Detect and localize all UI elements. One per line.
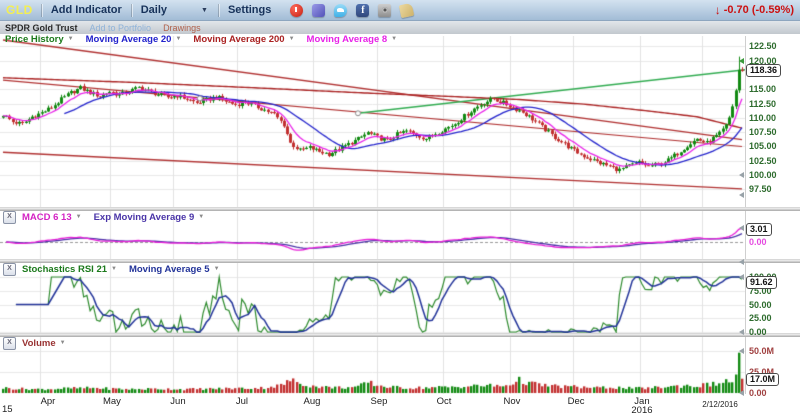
volume-panel-header: X Volume▼ xyxy=(3,337,78,349)
price-ytick-label: 110.00 xyxy=(749,113,776,123)
alarm-icon[interactable] xyxy=(290,4,303,17)
panel-divider[interactable] xyxy=(0,333,800,337)
macd-indicator-label[interactable]: Exp Moving Average 9▼ xyxy=(94,212,205,223)
macd-last-value-box: 3.01 xyxy=(746,223,772,236)
macd-axis-arrow-icon xyxy=(739,259,744,265)
chevron-down-icon: ▼ xyxy=(60,340,66,346)
note-icon[interactable] xyxy=(399,2,414,17)
month-label: May xyxy=(94,397,130,406)
volume-close-button[interactable]: X xyxy=(3,337,16,350)
camera-icon[interactable] xyxy=(378,4,391,17)
macd-ytick-label: 0.00 xyxy=(749,237,767,247)
stoch-ytick-label: 25.00 xyxy=(749,313,772,323)
month-label: Oct xyxy=(426,397,462,406)
year-start-label: 15 xyxy=(2,404,13,415)
twitter-icon[interactable] xyxy=(334,4,347,17)
price-ytick-label: 112.50 xyxy=(749,99,776,109)
chevron-down-icon: ▼ xyxy=(76,214,82,220)
price-ytick-label: 105.00 xyxy=(749,141,777,151)
price-indicator-label[interactable]: Price History▼ xyxy=(5,34,74,45)
volume-axis-arrow-icon xyxy=(739,348,744,354)
settings-button[interactable]: Settings xyxy=(219,4,280,16)
price-axis-arrow-icon xyxy=(739,58,744,64)
month-label: Jan2016 xyxy=(624,397,660,415)
macd-close-button[interactable]: X xyxy=(3,211,16,224)
price-ytick-label: 122.50 xyxy=(749,41,777,51)
quote-change: ↓ -0.70 (-0.59%) xyxy=(715,3,800,17)
price-panel-header: Price History▼ Moving Average 20▼ Moving A… xyxy=(5,33,409,45)
month-label: Nov xyxy=(494,397,530,406)
cube-icon[interactable] xyxy=(312,4,325,17)
macd-indicator-label[interactable]: MACD 6 13▼ xyxy=(22,212,82,223)
add-to-portfolio-link[interactable]: Add to Portfolio xyxy=(90,23,152,33)
chevron-down-icon[interactable]: ▼ xyxy=(201,7,208,14)
stoch-indicator-label[interactable]: Stochastics RSI 21▼ xyxy=(22,264,117,275)
price-indicator-label[interactable]: Moving Average 8▼ xyxy=(307,34,398,45)
stoch-ytick-label: 50.00 xyxy=(749,300,772,310)
add-indicator-button[interactable]: Add Indicator xyxy=(42,4,131,16)
stochastics-last-value-box: 91.62 xyxy=(746,276,777,289)
price-indicator-label[interactable]: Moving Average 20▼ xyxy=(86,34,182,45)
macd-panel-header: X MACD 6 13▼ Exp Moving Average 9▼ xyxy=(3,211,216,223)
price-axis-arrow-icon xyxy=(739,172,744,178)
month-label: Jul xyxy=(224,397,260,406)
down-arrow-icon: ↓ xyxy=(715,3,721,17)
stoch-indicator-label[interactable]: Moving Average 5▼ xyxy=(129,264,220,275)
month-label: Dec xyxy=(558,397,594,406)
volume-ytick-label: 0.00 xyxy=(749,388,767,398)
chevron-down-icon: ▼ xyxy=(391,36,397,42)
price-chart-canvas[interactable] xyxy=(0,36,745,207)
toolbar-icons: f xyxy=(290,4,413,17)
stochastics-panel-header: X Stochastics RSI 21▼ Moving Average 5▼ xyxy=(3,263,232,275)
volume-chart-canvas[interactable] xyxy=(0,336,745,394)
change-value: -0.70 (-0.59%) xyxy=(724,4,794,16)
month-label: Aug xyxy=(294,397,330,406)
month-label: Sep xyxy=(361,397,397,406)
volume-last-value-box: 17.0M xyxy=(746,373,779,386)
facebook-icon[interactable]: f xyxy=(356,4,369,17)
price-axis-arrow-icon xyxy=(739,192,744,198)
price-ytick-label: 107.50 xyxy=(749,127,777,137)
price-ytick-label: 100.00 xyxy=(749,170,777,180)
chevron-down-icon: ▼ xyxy=(111,266,117,272)
stoch-close-button[interactable]: X xyxy=(3,263,16,276)
toolbar: GLD Add Indicator Daily ▼ Settings f ↓ -… xyxy=(0,0,800,21)
price-ytick-label: 102.50 xyxy=(749,156,777,166)
macd-axis-arrow-icon xyxy=(739,225,744,231)
chevron-down-icon: ▼ xyxy=(175,36,181,42)
charting-app-window: GLD Add Indicator Daily ▼ Settings f ↓ -… xyxy=(0,0,800,415)
month-label: Apr xyxy=(30,397,66,406)
volume-indicator-label[interactable]: Volume▼ xyxy=(22,338,66,349)
chevron-down-icon: ▼ xyxy=(214,266,220,272)
chevron-down-icon: ▼ xyxy=(289,36,295,42)
month-label: Jun xyxy=(160,397,196,406)
chevron-down-icon: ▼ xyxy=(198,214,204,220)
period-dropdown[interactable]: Daily xyxy=(132,4,167,16)
symbol-label[interactable]: GLD xyxy=(0,3,41,17)
axis-separator xyxy=(745,36,746,394)
price-ytick-label: 115.00 xyxy=(749,84,776,94)
price-ytick-label: 97.50 xyxy=(749,184,772,194)
price-indicator-label[interactable]: Moving Average 200▼ xyxy=(193,34,294,45)
stoch-ytick-label: 0.00 xyxy=(749,327,767,337)
last-date-label: 2/12/2016 xyxy=(694,400,746,409)
volume-ytick-label: 50.0M xyxy=(749,346,774,356)
symbol-fullname: SPDR Gold Trust xyxy=(5,23,78,33)
price-last-value-box: 118.36 xyxy=(746,64,781,77)
volume-axis-arrow-icon xyxy=(739,390,744,396)
drawings-link[interactable]: Drawings xyxy=(163,23,201,33)
chevron-down-icon: ▼ xyxy=(68,36,74,42)
stoch-axis-arrow-icon xyxy=(739,274,744,280)
stoch-axis-arrow-icon xyxy=(739,329,744,335)
